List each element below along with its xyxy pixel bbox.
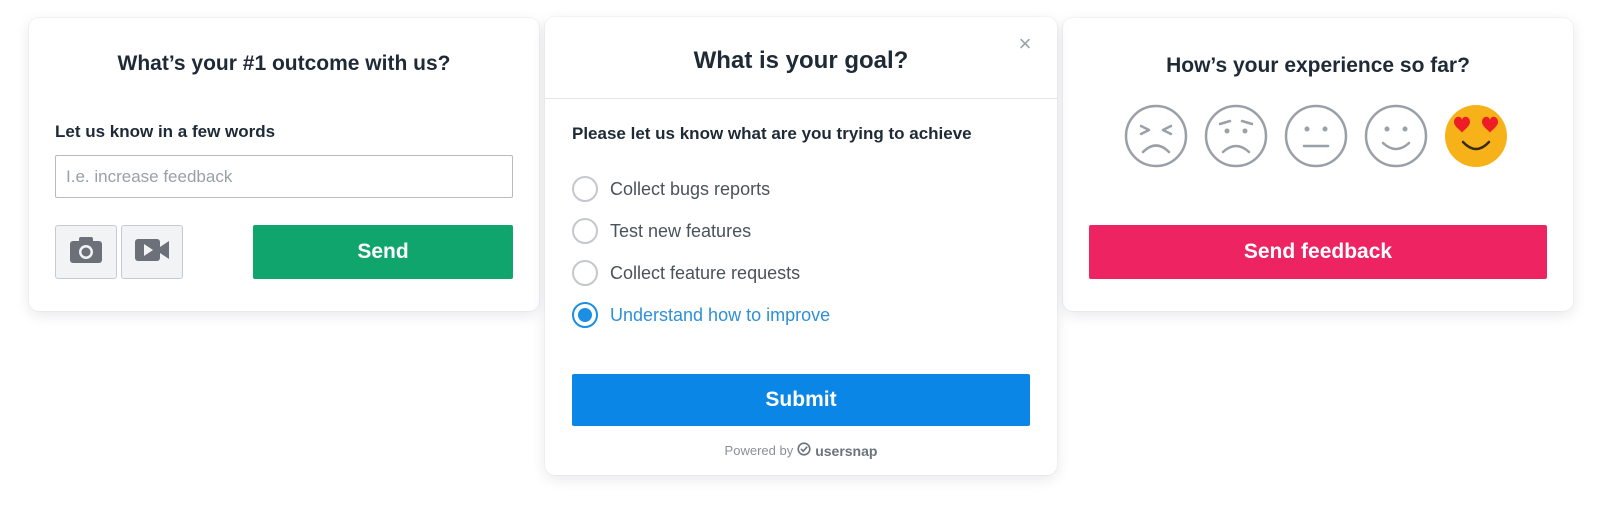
screenshot-button[interactable] bbox=[55, 225, 117, 279]
submit-button[interactable]: Submit bbox=[572, 374, 1030, 426]
option-test-features[interactable]: Test new features bbox=[572, 216, 751, 246]
heart-eyes-emoji-icon[interactable] bbox=[1444, 104, 1508, 168]
goal-survey-widget: What is your goal? × Please let us know … bbox=[545, 17, 1057, 475]
camera-icon bbox=[68, 235, 104, 270]
outcome-text-input[interactable] bbox=[55, 155, 513, 198]
send-button[interactable]: Send bbox=[253, 225, 513, 279]
header-divider bbox=[545, 98, 1057, 99]
outcome-title: What’s your #1 outcome with us? bbox=[117, 52, 451, 75]
screen-recording-button[interactable] bbox=[121, 225, 183, 279]
radio-button[interactable] bbox=[572, 218, 598, 244]
option-feature-requests[interactable]: Collect feature requests bbox=[572, 258, 800, 288]
neutral-emoji-icon[interactable] bbox=[1284, 104, 1348, 168]
frustrated-emoji-icon[interactable] bbox=[1124, 104, 1188, 168]
radio-button[interactable] bbox=[572, 260, 598, 286]
experience-title: How’s your experience so far? bbox=[1166, 54, 1470, 77]
option-label: Test new features bbox=[610, 220, 752, 241]
usersnap-logo-icon bbox=[797, 442, 811, 459]
send-feedback-button[interactable]: Send feedback bbox=[1089, 225, 1547, 279]
close-icon[interactable]: × bbox=[1013, 32, 1037, 56]
video-camera-icon bbox=[134, 236, 170, 269]
powered-by-text: Powered by bbox=[724, 443, 794, 458]
outcome-feedback-widget: What’s your #1 outcome with us? Let us k… bbox=[29, 18, 539, 311]
option-collect-bugs[interactable]: Collect bugs reports bbox=[572, 174, 770, 204]
option-label: Collect bugs reports bbox=[610, 178, 771, 199]
radio-button[interactable] bbox=[572, 176, 598, 202]
goal-title: What is your goal? bbox=[693, 47, 909, 74]
experience-rating-widget: How’s your experience so far? Send feedb… bbox=[1063, 18, 1573, 311]
brand-name: usersnap bbox=[815, 442, 878, 459]
radio-button-checked[interactable] bbox=[572, 302, 598, 328]
outcome-input-label: Let us know in a few words bbox=[55, 122, 276, 141]
goal-subtitle: Please let us know what are you trying t… bbox=[572, 124, 972, 143]
option-understand-improve[interactable]: Understand how to improve bbox=[572, 300, 830, 330]
smile-emoji-icon[interactable] bbox=[1364, 104, 1428, 168]
option-label: Understand how to improve bbox=[610, 304, 831, 325]
sad-emoji-icon[interactable] bbox=[1204, 104, 1268, 168]
option-label: Collect feature requests bbox=[610, 262, 801, 283]
powered-by-footer: Powered by usersnap bbox=[545, 442, 1057, 459]
